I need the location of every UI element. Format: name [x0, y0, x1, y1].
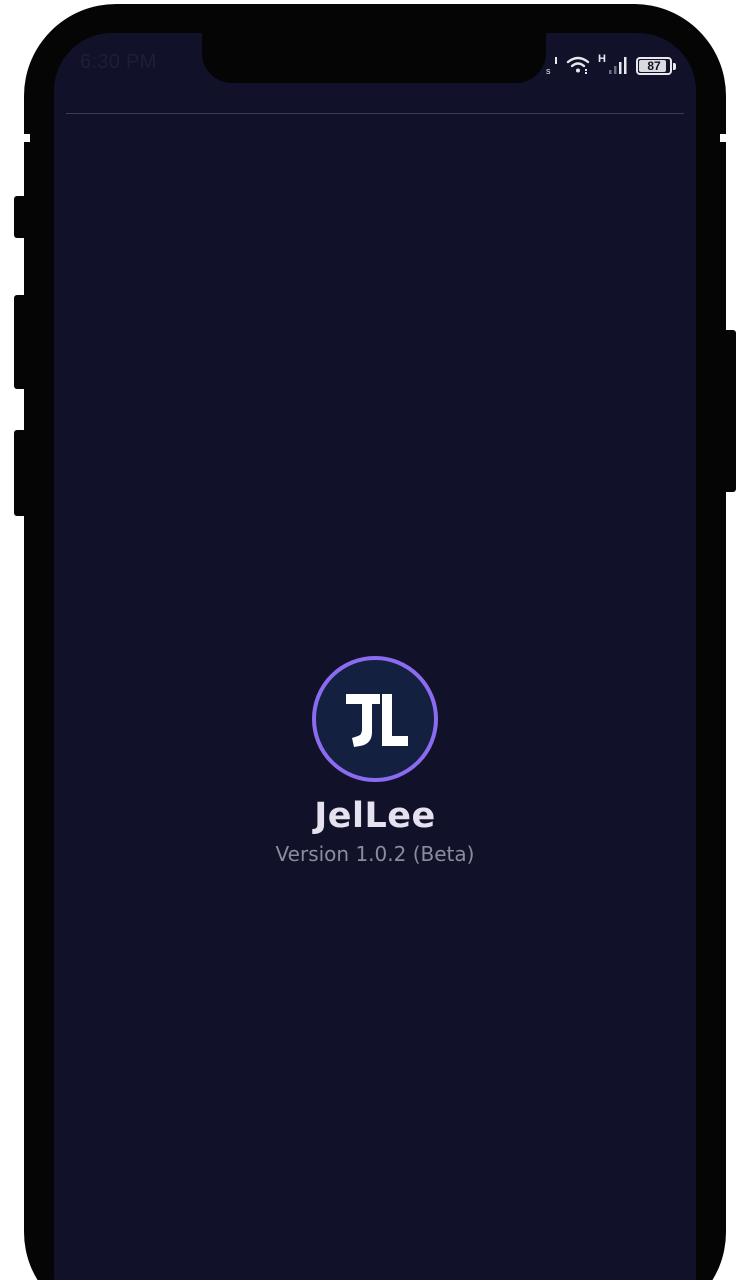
- frame-edge-mark: [22, 134, 30, 142]
- app-version: Version 1.0.2 (Beta): [275, 842, 475, 866]
- battery-tip: [673, 63, 676, 70]
- wifi-icon: [566, 55, 590, 75]
- status-bar-time: 6:30 PM: [80, 51, 157, 73]
- frame-edge-mark: [720, 134, 728, 142]
- svg-text:s: s: [546, 66, 551, 75]
- network-type-label: H: [598, 53, 606, 65]
- sim-signal-icon: s: [546, 57, 558, 75]
- device-notch: [202, 33, 546, 83]
- jellee-logo-icon: [312, 656, 438, 782]
- status-bar-icons: s H 87: [546, 49, 676, 75]
- header-divider: [66, 113, 684, 114]
- device-frame-stage: 6:30 PM s H 87 JelLee Version 1.0.2 (Bet…: [0, 0, 750, 1280]
- splash-content: JelLee Version 1.0.2 (Beta): [0, 656, 750, 866]
- app-name: JelLee: [314, 796, 436, 836]
- battery-level: 87: [647, 59, 661, 73]
- cell-signal-icon: [608, 55, 628, 75]
- battery-icon: 87: [636, 57, 676, 75]
